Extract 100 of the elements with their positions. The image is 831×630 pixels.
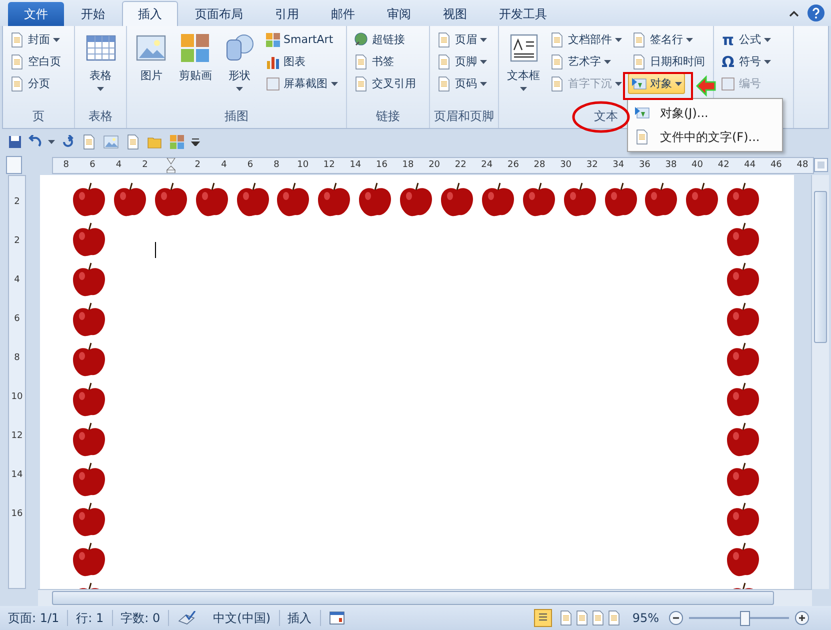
- redo-icon[interactable]: [61, 135, 75, 149]
- ribbon-tab[interactable]: 邮件: [316, 2, 370, 26]
- ribbon-button[interactable]: SmartArt: [262, 29, 336, 50]
- ruler-number: 12: [10, 430, 24, 443]
- picture-icon: [103, 134, 119, 150]
- zoom-in-icon[interactable]: [795, 611, 809, 625]
- ribbon-button[interactable]: 表格: [78, 29, 123, 95]
- group-label: 链接: [376, 108, 400, 125]
- caret-icon: [330, 82, 338, 86]
- ribbon-tab[interactable]: 插入: [122, 1, 178, 26]
- ruler-number: 32: [586, 160, 598, 170]
- ribbon-button[interactable]: Ω 符号: [717, 51, 774, 72]
- insert-mode-status[interactable]: 插入: [280, 610, 321, 626]
- ruler-number: 12: [323, 160, 335, 170]
- ribbon-button[interactable]: 形状: [218, 29, 260, 95]
- ribbon-button[interactable]: 文档部件: [546, 29, 625, 50]
- ruler-number: 6: [13, 313, 21, 326]
- apple-icon: [70, 421, 108, 459]
- ribbon-button[interactable]: 签名行: [628, 29, 696, 50]
- square-icon: [264, 76, 280, 92]
- ruler-number: 10: [297, 160, 309, 170]
- print-layout-icon[interactable]: [534, 609, 552, 627]
- ribbon-button[interactable]: 对象: [628, 73, 685, 94]
- page-count: 页面: 1/1: [0, 610, 68, 626]
- ribbon-button[interactable]: 页脚: [433, 51, 490, 72]
- group-label: 插图: [224, 108, 248, 125]
- ribbon-tab[interactable]: 页面布局: [180, 2, 258, 26]
- proofing-icon[interactable]: [177, 611, 198, 625]
- ruler-toggle-icon[interactable]: [814, 157, 828, 173]
- ribbon-button[interactable]: 图表: [262, 51, 308, 72]
- ribbon-tab[interactable]: 引用: [260, 2, 314, 26]
- ruler-number: 38: [665, 160, 677, 170]
- customize-icon[interactable]: [191, 138, 200, 146]
- apple-icon: [70, 221, 108, 259]
- document-icon: [606, 610, 622, 626]
- globe-icon: [353, 32, 369, 48]
- help-icon[interactable]: [807, 4, 825, 22]
- ribbon-button[interactable]: 封面: [6, 29, 63, 50]
- language-status[interactable]: 中文(中国): [205, 610, 280, 626]
- ruler-number: 8: [274, 160, 280, 170]
- ribbon-button[interactable]: 剪贴画: [174, 29, 217, 95]
- ruler-number: 18: [402, 160, 414, 170]
- caret-icon: [675, 82, 682, 86]
- ribbon-button[interactable]: 交叉引用: [350, 73, 419, 94]
- zoom-level[interactable]: 95%: [632, 611, 659, 625]
- ribbon-button[interactable]: 分页: [6, 73, 53, 94]
- collapse-icon[interactable]: [789, 10, 799, 16]
- ribbon-button[interactable]: 页眉: [433, 29, 490, 50]
- ruler-number: 26: [507, 160, 519, 170]
- text-cursor: [155, 242, 156, 258]
- document-icon: [574, 610, 590, 626]
- document-icon: [549, 76, 565, 92]
- document-icon: [353, 54, 369, 70]
- ribbon-button[interactable]: 文本框: [502, 29, 545, 95]
- ruler-number: 14: [10, 469, 24, 482]
- macro-icon[interactable]: [328, 611, 345, 625]
- ribbon-button[interactable]: 页码: [433, 73, 490, 94]
- save-icon[interactable]: [8, 135, 22, 149]
- menu-item[interactable]: 对象(J)...: [628, 101, 782, 125]
- document-icon: [436, 54, 452, 70]
- caret-icon: [53, 38, 60, 42]
- apple-icon: [70, 541, 108, 579]
- ribbon-button[interactable]: 日期和时间: [628, 51, 708, 72]
- zoom-out-icon[interactable]: [669, 611, 683, 625]
- document-icon: [590, 610, 606, 626]
- ribbon-tab[interactable]: 开发工具: [484, 2, 562, 26]
- square-icon: [720, 76, 736, 92]
- horizontal-scrollbar[interactable]: [38, 589, 812, 606]
- vertical-scrollbar[interactable]: [811, 175, 829, 589]
- ruler-number: 22: [454, 160, 466, 170]
- menu-item[interactable]: 文件中的文字(F)...: [628, 125, 782, 149]
- ribbon-button[interactable]: 书签: [350, 51, 397, 72]
- undo-icon[interactable]: [28, 135, 42, 149]
- ribbon-tab[interactable]: 开始: [66, 2, 120, 26]
- ribbon-button[interactable]: 超链接: [350, 29, 408, 50]
- ribbon-button[interactable]: 屏幕截图: [262, 73, 340, 94]
- ribbon-button[interactable]: 艺术字: [546, 51, 614, 72]
- ruler-number: 16: [10, 508, 24, 521]
- word-count: 字数: 0: [112, 610, 170, 626]
- ruler-number: 16: [376, 160, 388, 170]
- text-box-icon: [508, 32, 540, 64]
- ribbon-button[interactable]: π 公式: [717, 29, 774, 50]
- ribbon-tab[interactable]: 文件: [8, 2, 64, 26]
- ribbon-button[interactable]: 空白页: [6, 51, 64, 72]
- ruler-number: 6: [90, 160, 96, 170]
- caret-icon: [615, 82, 622, 86]
- ruler-number: 30: [560, 160, 572, 170]
- caret-icon: [686, 38, 693, 42]
- document-icon: [9, 32, 25, 48]
- caret-icon: [480, 82, 487, 86]
- tiles-icon: [179, 32, 212, 64]
- indent-marker-icon[interactable]: [166, 158, 176, 172]
- ruler-number: 36: [638, 160, 650, 170]
- pointer-arrow-drawing: [696, 74, 716, 98]
- ribbon-tab[interactable]: 审阅: [372, 2, 426, 26]
- ribbon-button[interactable]: 图片: [130, 29, 172, 95]
- apple-icon: [70, 501, 108, 539]
- ruler-number: 4: [13, 274, 21, 287]
- ruler-number: 46: [770, 160, 782, 170]
- ribbon-tab[interactable]: 视图: [428, 2, 482, 26]
